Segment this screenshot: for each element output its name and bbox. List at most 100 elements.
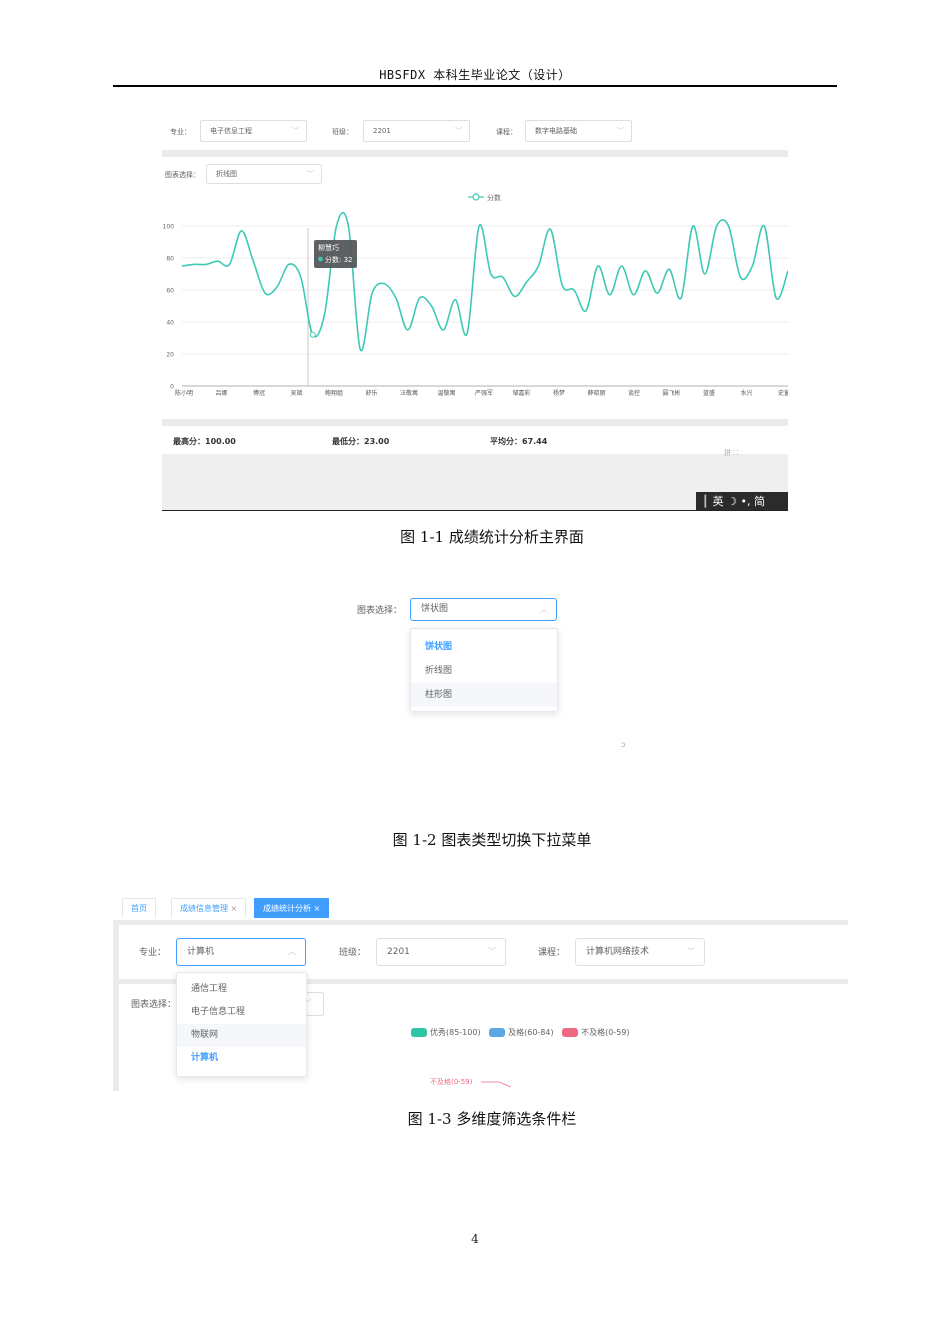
class-select[interactable]: 2201 ﹀ (376, 938, 506, 966)
chart-type-label: 图表选择： (165, 171, 200, 179)
close-icon[interactable]: × (231, 904, 238, 913)
series-line-score (181, 212, 788, 352)
chart-legend: 分数 (468, 193, 501, 202)
figure-1-caption: 图 1-1 成绩统计分析主界面 (400, 528, 584, 546)
legend-swatch (411, 1028, 427, 1037)
stray-mark: ↄ (621, 740, 626, 749)
x-tick-label: 严强军 (475, 390, 493, 397)
x-tick-label: 薛晓丽 (587, 389, 605, 397)
legend-fail[interactable]: 不及格(0-59) (562, 1028, 630, 1037)
pie-slice-label: 不及格(0-59) (430, 1078, 473, 1086)
legend-label: 分数 (487, 193, 501, 202)
course-select[interactable]: 数字电路基础 ﹀ (525, 120, 632, 142)
option-computer[interactable]: 计算机 (177, 1047, 306, 1070)
x-tick-label: 温敬寓 (437, 389, 455, 397)
chart-type-value: 饼状图 (421, 604, 449, 614)
class-label: 班级： (332, 128, 353, 136)
legend-swatch (489, 1028, 506, 1037)
legend-excellent[interactable]: 优秀(85-100) (411, 1028, 481, 1037)
x-tick-label: 吴斌 (290, 389, 302, 397)
x-tick-label: 舒乐 (365, 389, 377, 397)
x-tick-label: 吕娜 (215, 389, 227, 397)
legend-pass[interactable]: 及格(60-84) (489, 1028, 554, 1037)
page-number: 4 (471, 1232, 479, 1246)
major-select[interactable]: 电子信息工程 ﹀ (200, 120, 307, 142)
close-icon[interactable]: × (314, 904, 321, 913)
x-tick-label: 杨梦 (553, 389, 565, 397)
tab-divider (113, 920, 848, 925)
chevron-down-icon: ﹀ (617, 127, 624, 135)
major-label: 专业： (139, 948, 167, 958)
x-tick-label: 汪敬寓 (400, 389, 418, 397)
ime-text: 英 ☽ •, 简 (712, 495, 765, 508)
header-rule (113, 85, 837, 87)
y-tick-label: 40 (166, 320, 174, 327)
y-tick-label: 20 (166, 352, 174, 359)
major-select-value: 电子信息工程 (210, 127, 252, 135)
course-select[interactable]: 计算机网络技术 ﹀ (575, 938, 705, 966)
course-select-value: 计算机网络技术 (586, 947, 650, 957)
score-line-chart: 分数 0 20 40 60 80 100 陈小明 吕娜 傅冠 吴斌 鲍翔姐 舒乐 汪敬寓 温敬寓 严强军 邹… (163, 193, 788, 397)
tab-home[interactable]: 首页 (122, 898, 156, 918)
tab-score-analysis[interactable]: 成绩统计分析 × (254, 898, 330, 918)
course-label: 课程： (496, 128, 517, 136)
chart-select-label: 图表选择： (357, 606, 403, 616)
ime-grip-icon: ┃ (702, 495, 709, 508)
divider-band (162, 419, 788, 426)
course-label: 课程： (538, 948, 566, 958)
option-telecom[interactable]: 通信工程 (177, 978, 306, 1001)
divider-band (162, 150, 788, 157)
ime-toolbar[interactable]: ┃ 英 ☽ •, 简 (696, 492, 788, 511)
x-tick-label: 陈小明 (175, 389, 193, 397)
y-tick-label: 60 (166, 288, 174, 295)
figure-2-caption: 图 1-2 图表类型切换下拉菜单 (392, 831, 592, 849)
chevron-down-icon: ﹀ (292, 127, 299, 135)
figure-1-screenshot: 专业： 电子信息工程 ﹀ 班级： 2201 ﹀ 课程： 数字电路基础 ﹀ 图表选… (162, 114, 788, 511)
x-tick-label: 谈控 (628, 389, 640, 397)
course-select-value: 数字电路基础 (535, 127, 577, 135)
class-select-value: 2201 (387, 947, 410, 957)
option-electronic[interactable]: 电子信息工程 (177, 1001, 306, 1024)
y-tick-label: 80 (166, 256, 174, 263)
avg-score: 平均分：67.44 (490, 437, 548, 446)
figure-3-caption: 图 1-3 多维度筛选条件栏 (407, 1110, 577, 1128)
major-dropdown: 通信工程 电子信息工程 物联网 计算机 (176, 972, 307, 1077)
x-tick-label: 傅冠 (253, 389, 265, 397)
x-tick-label: 史童 (778, 389, 788, 397)
option-iot[interactable]: 物联网 (177, 1024, 306, 1047)
class-label: 班级： (339, 948, 367, 958)
x-tick-label: 水兴 (740, 389, 752, 397)
chevron-down-icon: ﹀ (687, 947, 695, 956)
option-pie[interactable]: 饼状图 (411, 635, 557, 659)
legend-swatch (562, 1028, 579, 1037)
y-tick-label: 0 (170, 384, 174, 391)
corner-hint: 拼 ⛶ (724, 449, 739, 457)
chevron-up-icon: ︿ (540, 605, 548, 614)
chart-type-select[interactable]: 饼状图 ︿ (410, 598, 557, 621)
max-score: 最高分：100.00 (173, 437, 236, 446)
chevron-down-icon: ﹀ (455, 127, 462, 135)
x-tick-label: 邹嘉彩 (512, 389, 530, 397)
pie-legend: 优秀(85-100) 及格(60-84) 不及格(0-59) (411, 1027, 630, 1038)
page-header-title: HBSFDX 本科生毕业论文（设计） (379, 68, 571, 82)
x-tick-label: 蓝盛 (703, 389, 715, 397)
figure-3-screenshot: 首页 成绩信息管理 × 成绩统计分析 × 专业： 计算机 ︿ 班级： 2201 … (113, 893, 848, 1091)
tab-score-management[interactable]: 成绩信息管理 × (171, 898, 247, 918)
option-line[interactable]: 折线图 (411, 659, 557, 683)
x-tick-label: 鲍翔姐 (325, 389, 343, 397)
chart-type-dropdown: 饼状图 折线图 柱形图 (410, 628, 558, 712)
chart-select-label: 图表选择： (131, 1000, 177, 1010)
legend-marker (472, 193, 480, 201)
x-tick-label: 聂飞彬 (662, 389, 680, 397)
major-select[interactable]: 计算机 ︿ (176, 938, 306, 966)
class-select[interactable]: 2201 ﹀ (363, 120, 470, 142)
min-score: 最低分：23.00 (332, 437, 390, 446)
y-tick-label: 100 (163, 224, 175, 231)
option-bar[interactable]: 柱形图 (411, 683, 557, 707)
chevron-down-icon: ﹀ (488, 947, 496, 956)
tooltip-dot (318, 256, 323, 262)
chevron-down-icon: ﹀ (307, 170, 314, 178)
highlighted-point (309, 331, 316, 338)
chart-type-select[interactable]: 折线图 ﹀ (206, 164, 322, 184)
left-gutter (113, 925, 119, 1091)
